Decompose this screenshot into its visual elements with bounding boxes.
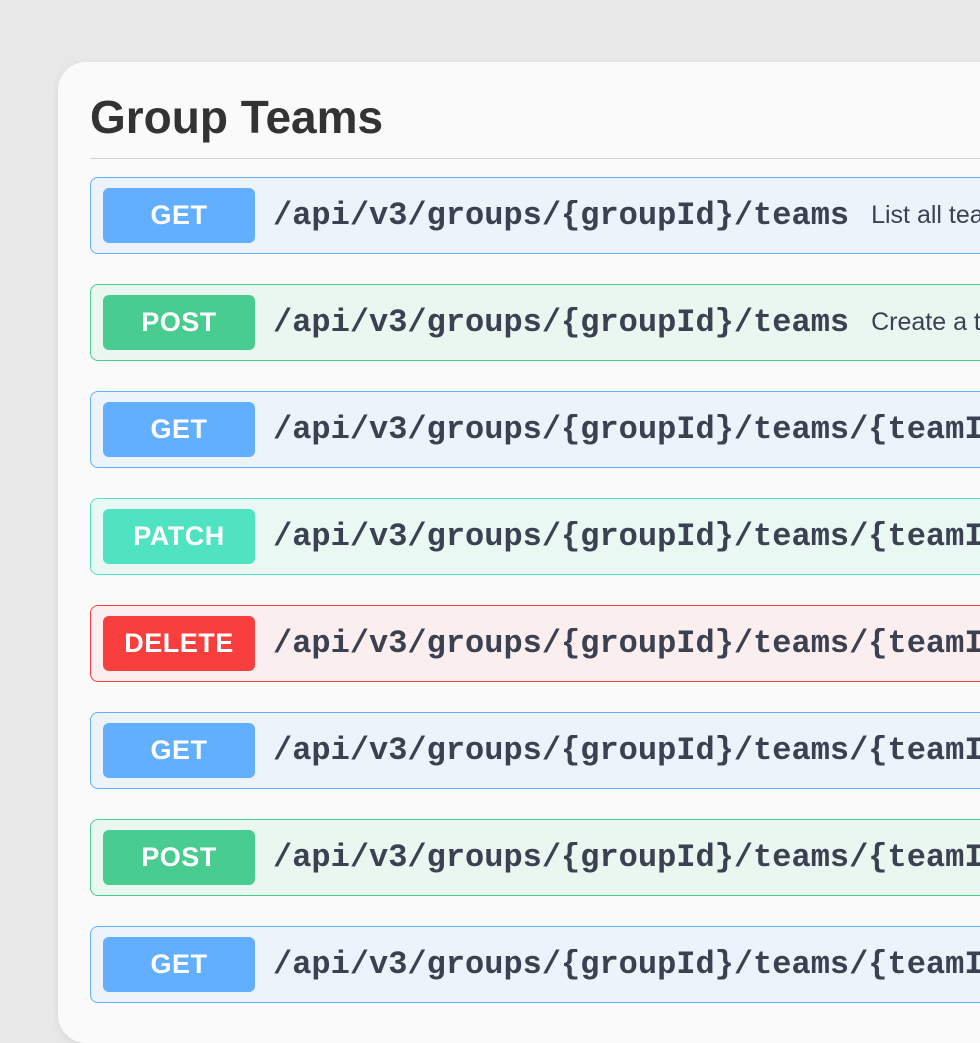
operation-path: /api/v3/groups/{groupId}/teams/{teamId} — [273, 518, 980, 555]
operation-list: GET /api/v3/groups/{groupId}/teams List … — [90, 177, 980, 1003]
operation-path: /api/v3/groups/{groupId}/teams/{teamId} — [273, 411, 980, 448]
method-badge-get: GET — [103, 937, 255, 992]
operation-path: /api/v3/groups/{groupId}/teams/{teamId} — [273, 625, 980, 662]
operation-path: /api/v3/groups/{groupId}/teams — [273, 304, 849, 341]
operation-row[interactable]: GET /api/v3/groups/{groupId}/teams/{team… — [90, 391, 980, 468]
method-badge-post: POST — [103, 295, 255, 350]
operation-path: /api/v3/groups/{groupId}/teams/{teamId} — [273, 946, 980, 983]
operation-row[interactable]: POST /api/v3/groups/{groupId}/teams Crea… — [90, 284, 980, 361]
operation-row[interactable]: GET /api/v3/groups/{groupId}/teams/{team… — [90, 926, 980, 1003]
method-badge-get: GET — [103, 188, 255, 243]
method-badge-post: POST — [103, 830, 255, 885]
method-badge-delete: DELETE — [103, 616, 255, 671]
operation-path: /api/v3/groups/{groupId}/teams — [273, 197, 849, 234]
method-badge-patch: PATCH — [103, 509, 255, 564]
operation-row[interactable]: POST /api/v3/groups/{groupId}/teams/{tea… — [90, 819, 980, 896]
operation-path: /api/v3/groups/{groupId}/teams/{teamId} — [273, 839, 980, 876]
api-section-card: Group Teams GET /api/v3/groups/{groupId}… — [58, 62, 980, 1043]
method-badge-get: GET — [103, 723, 255, 778]
operation-path: /api/v3/groups/{groupId}/teams/{teamId} — [273, 732, 980, 769]
operation-summary: Create a team — [871, 308, 980, 337]
operation-row[interactable]: DELETE /api/v3/groups/{groupId}/teams/{t… — [90, 605, 980, 682]
section-title: Group Teams — [90, 90, 980, 159]
operation-row[interactable]: GET /api/v3/groups/{groupId}/teams List … — [90, 177, 980, 254]
method-badge-get: GET — [103, 402, 255, 457]
operation-summary: List all teams — [871, 201, 980, 230]
operation-row[interactable]: PATCH /api/v3/groups/{groupId}/teams/{te… — [90, 498, 980, 575]
operation-row[interactable]: GET /api/v3/groups/{groupId}/teams/{team… — [90, 712, 980, 789]
